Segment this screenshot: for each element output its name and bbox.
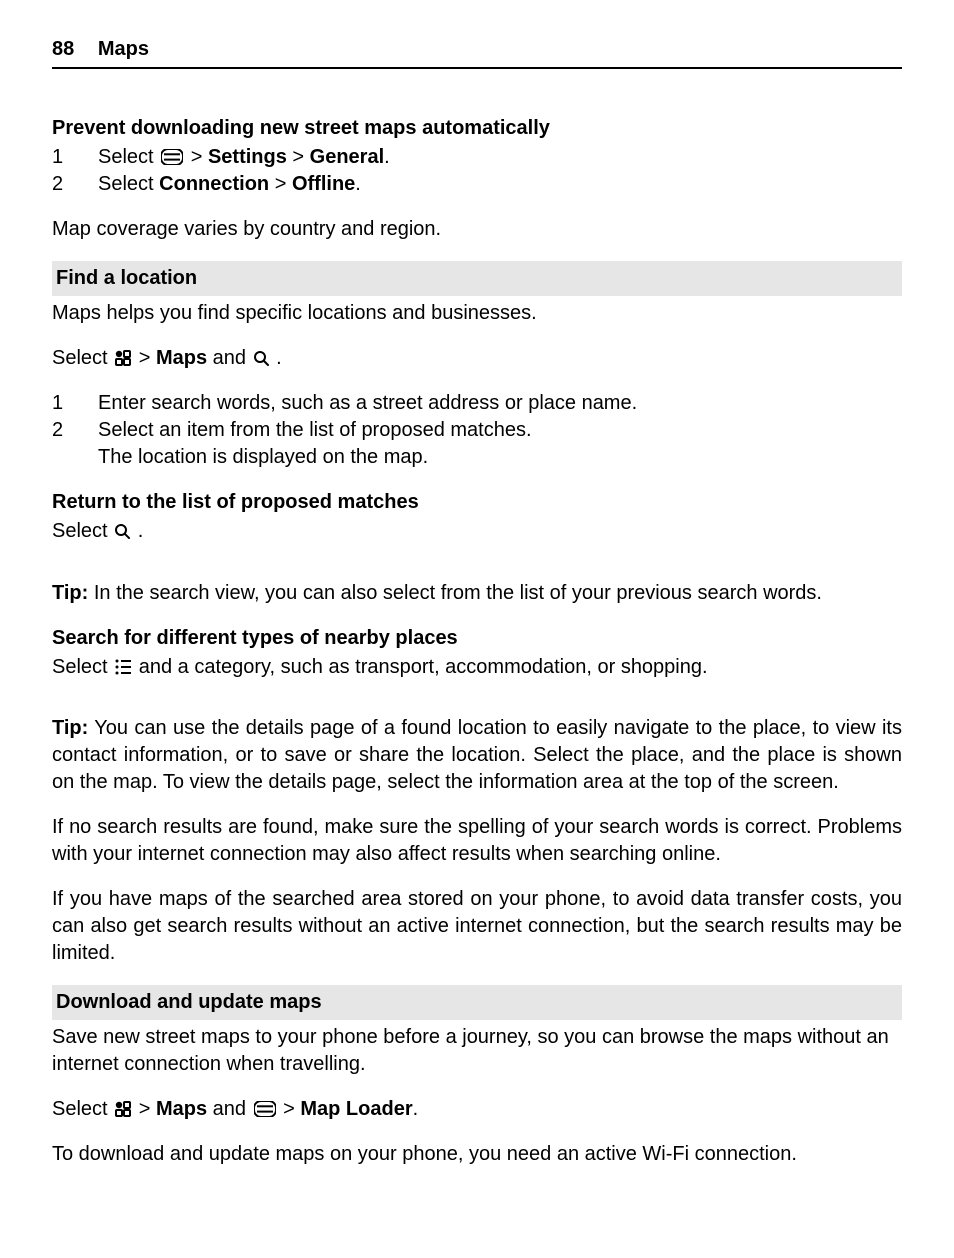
page-header: 88 Maps (52, 36, 902, 69)
para-download-intro: Save new street maps to your phone befor… (52, 1024, 902, 1078)
step-text: Enter search words, such as a street add… (98, 390, 902, 417)
para-return-select: Select . (52, 518, 902, 545)
tip-details-page: Tip: You can use the details page of a f… (52, 715, 902, 796)
heading-prevent-download: Prevent downloading new street maps auto… (52, 115, 902, 142)
step-num: 1 (52, 144, 98, 171)
menu-icon (161, 143, 183, 170)
steps-find: 1 Enter search words, such as a street a… (52, 390, 902, 471)
section-download-update: Download and update maps (52, 985, 902, 1020)
page-number: 88 (52, 38, 74, 60)
step-text: Select Connection > Offline. (98, 171, 902, 198)
para-offline-maps: If you have maps of the searched area st… (52, 886, 902, 967)
heading-search-nearby: Search for different types of nearby pla… (52, 625, 902, 652)
step-num: 2 (52, 417, 98, 444)
list-icon (115, 653, 131, 680)
steps-prevent-download: 1 Select > Settings > General. 2 Select … (52, 144, 902, 198)
step-num: 1 (52, 390, 98, 417)
step-text: Select an item from the list of proposed… (98, 417, 902, 444)
search-icon (115, 518, 130, 545)
menu-icon (254, 1095, 276, 1122)
tip-previous-search: Tip: In the search view, you can also se… (52, 580, 902, 607)
apps-icon (115, 1095, 131, 1122)
para-no-results: If no search results are found, make sur… (52, 814, 902, 868)
search-icon (254, 344, 269, 371)
step-num: 2 (52, 171, 98, 198)
para-select-maps: Select > Maps and . (52, 345, 902, 372)
heading-return-matches: Return to the list of proposed matches (52, 489, 902, 516)
step-text: Select > Settings > General. (98, 144, 902, 171)
para-search-nearby: Select and a category, such as transport… (52, 654, 902, 681)
apps-icon (115, 344, 131, 371)
section-find-location: Find a location (52, 261, 902, 296)
page-title: Maps (98, 38, 149, 60)
para-select-maploader: Select > Maps and > Map Loader. (52, 1096, 902, 1123)
para-find-intro: Maps helps you find specific locations a… (52, 300, 902, 327)
step-sub: The location is displayed on the map. (98, 444, 902, 471)
para-coverage: Map coverage varies by country and regio… (52, 216, 902, 243)
para-wifi-required: To download and update maps on your phon… (52, 1141, 902, 1168)
